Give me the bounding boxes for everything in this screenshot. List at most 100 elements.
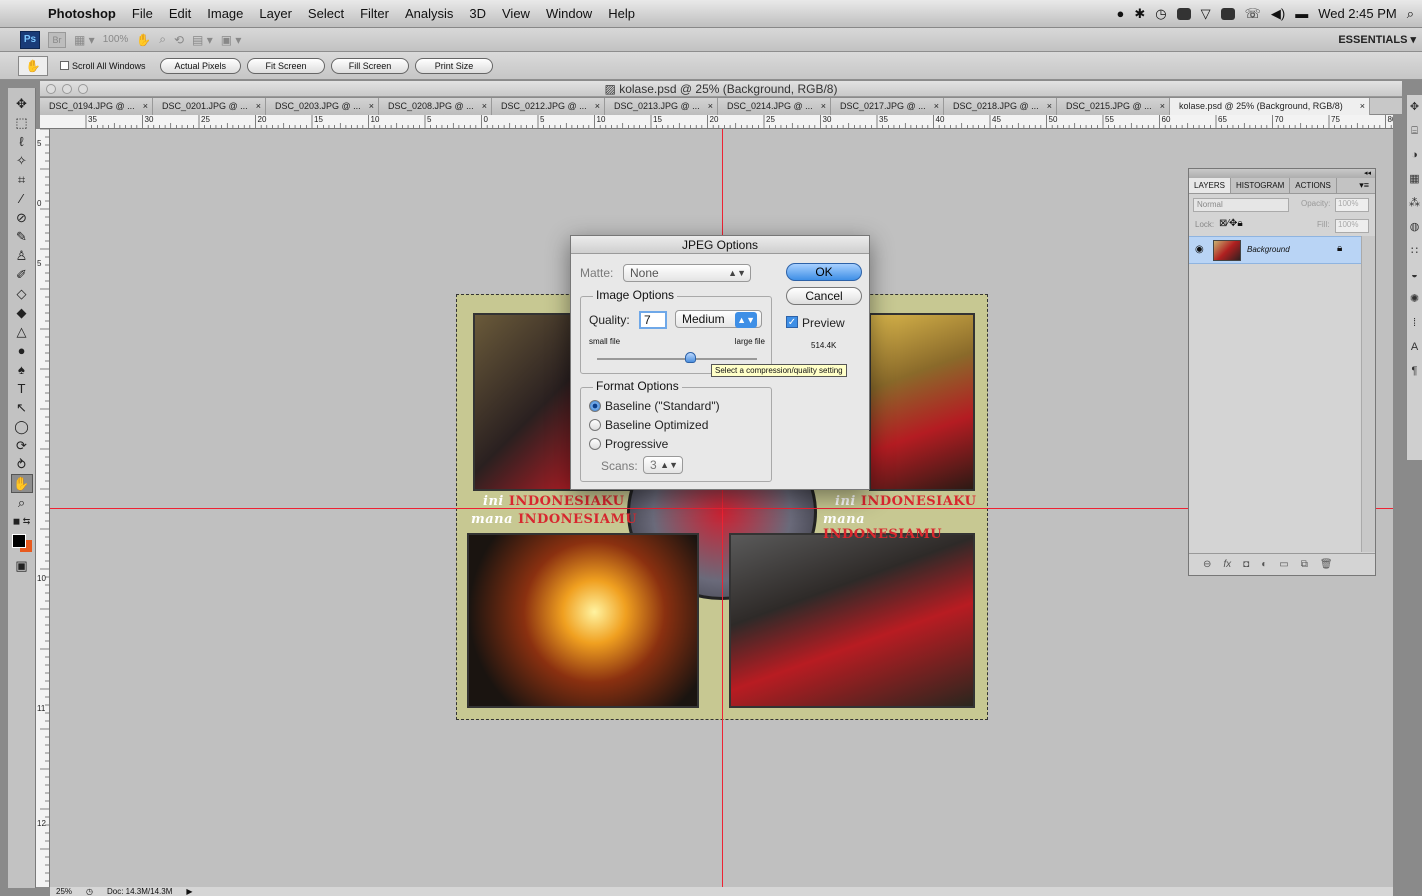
panel-menu-icon[interactable]: ▾≡: [1359, 180, 1369, 191]
display-icon[interactable]: [1176, 7, 1191, 20]
quality-preset-select[interactable]: Medium ▲▼: [675, 310, 762, 328]
progressive-radio[interactable]: [589, 438, 601, 450]
preview-checkbox[interactable]: ✓: [786, 316, 798, 328]
brush-tool-icon[interactable]: ✎: [11, 227, 33, 246]
tab-dsc-0194[interactable]: DSC_0194.JPG @ ... ×: [40, 98, 153, 115]
zoom-icon[interactable]: ⌕: [159, 32, 166, 47]
pen-tool-icon[interactable]: ♠: [11, 360, 33, 379]
layer-style-icon[interactable]: fx: [1223, 559, 1231, 570]
close-tab-icon[interactable]: ×: [821, 98, 826, 115]
eraser-icon[interactable]: ◇: [11, 284, 33, 303]
print-size-button[interactable]: Print Size: [415, 57, 494, 74]
close-tab-icon[interactable]: ×: [1160, 98, 1165, 115]
baseline-standard-radio[interactable]: [589, 400, 601, 412]
quality-slider-track[interactable]: [597, 358, 757, 360]
horizontal-ruler[interactable]: 35 30 25 20 15 10 5 0 5 10 15 20 25 30 35 40 45 50 55 60 65 7…: [40, 115, 1393, 129]
workspace-switcher[interactable]: ESSENTIALS ▾: [1338, 33, 1416, 46]
hand-icon[interactable]: ✋: [136, 33, 151, 47]
status-menu-arrow-icon[interactable]: ▶: [186, 887, 192, 896]
menu-image[interactable]: Image: [199, 6, 251, 21]
bridge-button[interactable]: Br: [48, 31, 66, 48]
menu-select[interactable]: Select: [300, 6, 352, 21]
3d-orbit-icon[interactable]: ⥁: [11, 455, 33, 474]
tab-histogram[interactable]: HISTOGRAM: [1231, 178, 1291, 193]
color-swatches[interactable]: [11, 531, 33, 552]
eyedropper-icon[interactable]: ⁄: [11, 189, 33, 208]
paint-bucket-icon[interactable]: ◆: [11, 303, 33, 322]
screen-mode-icon[interactable]: ▦ ▾: [74, 33, 95, 47]
blur-tool-icon[interactable]: △: [11, 322, 33, 341]
magic-wand-icon[interactable]: ✧: [11, 151, 33, 170]
dodge-tool-icon[interactable]: ●: [11, 341, 33, 360]
new-layer-icon[interactable]: ⧉: [1301, 559, 1308, 570]
add-mask-icon[interactable]: ◘: [1243, 559, 1249, 570]
bluetooth-icon[interactable]: ✱: [1134, 6, 1145, 22]
tab-dsc-0212[interactable]: DSC_0212.JPG @ ... ×: [492, 98, 605, 115]
close-tab-icon[interactable]: ×: [934, 98, 939, 115]
menu-analysis[interactable]: Analysis: [397, 6, 461, 21]
lock-icons[interactable]: ⊠⁄✥🔒︎: [1219, 218, 1243, 229]
tab-dsc-0214[interactable]: DSC_0214.JPG @ ... ×: [718, 98, 831, 115]
path-selection-icon[interactable]: ↖: [11, 398, 33, 417]
menu-window[interactable]: Window: [538, 6, 600, 21]
menu-filter[interactable]: Filter: [352, 6, 397, 21]
tool-preset-picker[interactable]: ✋: [18, 55, 48, 76]
swap-colors-icon[interactable]: ◼ ⇆: [11, 512, 33, 531]
delete-layer-icon[interactable]: 🗑︎: [1320, 559, 1333, 570]
new-group-icon[interactable]: ▭: [1279, 559, 1288, 570]
close-tab-icon[interactable]: ×: [595, 98, 600, 115]
history-brush-icon[interactable]: ✐: [11, 265, 33, 284]
zoom-level-select[interactable]: 100%: [103, 34, 129, 45]
tab-layers[interactable]: LAYERS: [1189, 178, 1231, 193]
tab-dsc-0215[interactable]: DSC_0215.JPG @ ... ×: [1057, 98, 1170, 115]
arrange-documents-icon[interactable]: ▤ ▾: [192, 33, 213, 47]
tab-dsc-0203[interactable]: DSC_0203.JPG @ ... ×: [266, 98, 379, 115]
menu-help[interactable]: Help: [600, 6, 643, 21]
status-zoom[interactable]: 25%: [56, 887, 72, 896]
zoom-tool-icon[interactable]: ⌕: [11, 493, 33, 512]
marquee-tool-icon[interactable]: ⬚: [11, 113, 33, 132]
battery-icon[interactable]: [1220, 7, 1235, 20]
baseline-optimized-radio[interactable]: [589, 419, 601, 431]
hand-tool-selected-icon[interactable]: ✋: [10, 474, 33, 493]
menu-edit[interactable]: Edit: [161, 6, 199, 21]
quality-input[interactable]: 7: [639, 311, 667, 329]
close-tab-icon[interactable]: ×: [1047, 98, 1052, 115]
ok-button[interactable]: OK: [786, 263, 862, 281]
foreground-color[interactable]: [11, 533, 26, 548]
close-tab-icon[interactable]: ×: [482, 98, 487, 115]
cancel-button[interactable]: Cancel: [786, 287, 862, 305]
scroll-all-windows-checkbox[interactable]: Scroll All Windows: [60, 61, 146, 71]
menu-app[interactable]: Photoshop: [40, 6, 124, 21]
close-window-button[interactable]: [46, 84, 56, 94]
menu-file[interactable]: File: [124, 6, 161, 21]
volume-icon[interactable]: ◀): [1271, 6, 1285, 22]
layer-name[interactable]: Background: [1247, 245, 1290, 254]
checkbox-box[interactable]: [60, 61, 69, 70]
type-tool-icon[interactable]: T: [11, 379, 33, 398]
spotlight-icon[interactable]: ⌕: [1407, 6, 1414, 22]
close-tab-icon[interactable]: ×: [256, 98, 261, 115]
crop-tool-icon[interactable]: ⌗: [11, 170, 33, 189]
layer-row-background[interactable]: ◉ Background 🔒︎: [1189, 236, 1375, 264]
wifi-icon[interactable]: ▽: [1201, 6, 1211, 22]
flag-icon[interactable]: ▬: [1295, 6, 1308, 21]
rotate-view-icon[interactable]: ⟲: [174, 33, 184, 47]
layers-scrollbar[interactable]: [1361, 236, 1375, 552]
tab-dsc-0213[interactable]: DSC_0213.JPG @ ... ×: [605, 98, 718, 115]
clone-stamp-icon[interactable]: ♙: [11, 246, 33, 265]
close-tab-icon[interactable]: ×: [369, 98, 374, 115]
quality-slider-thumb[interactable]: [684, 352, 696, 363]
time-machine-icon[interactable]: ◷: [1155, 6, 1166, 22]
tab-actions[interactable]: ACTIONS: [1290, 178, 1337, 193]
link-layers-icon[interactable]: ⊖: [1203, 559, 1211, 570]
minimize-window-button[interactable]: [62, 84, 72, 94]
menu-layer[interactable]: Layer: [251, 6, 300, 21]
actual-pixels-button[interactable]: Actual Pixels: [159, 57, 242, 74]
zoom-window-button[interactable]: [78, 84, 88, 94]
screen-mode-select-icon[interactable]: ▣ ▾: [221, 33, 242, 47]
close-tab-icon[interactable]: ×: [1360, 98, 1365, 115]
quick-mask-icon[interactable]: ▣: [11, 556, 33, 575]
3d-rotate-icon[interactable]: ⟳: [11, 436, 33, 455]
close-tab-icon[interactable]: ×: [708, 98, 713, 115]
